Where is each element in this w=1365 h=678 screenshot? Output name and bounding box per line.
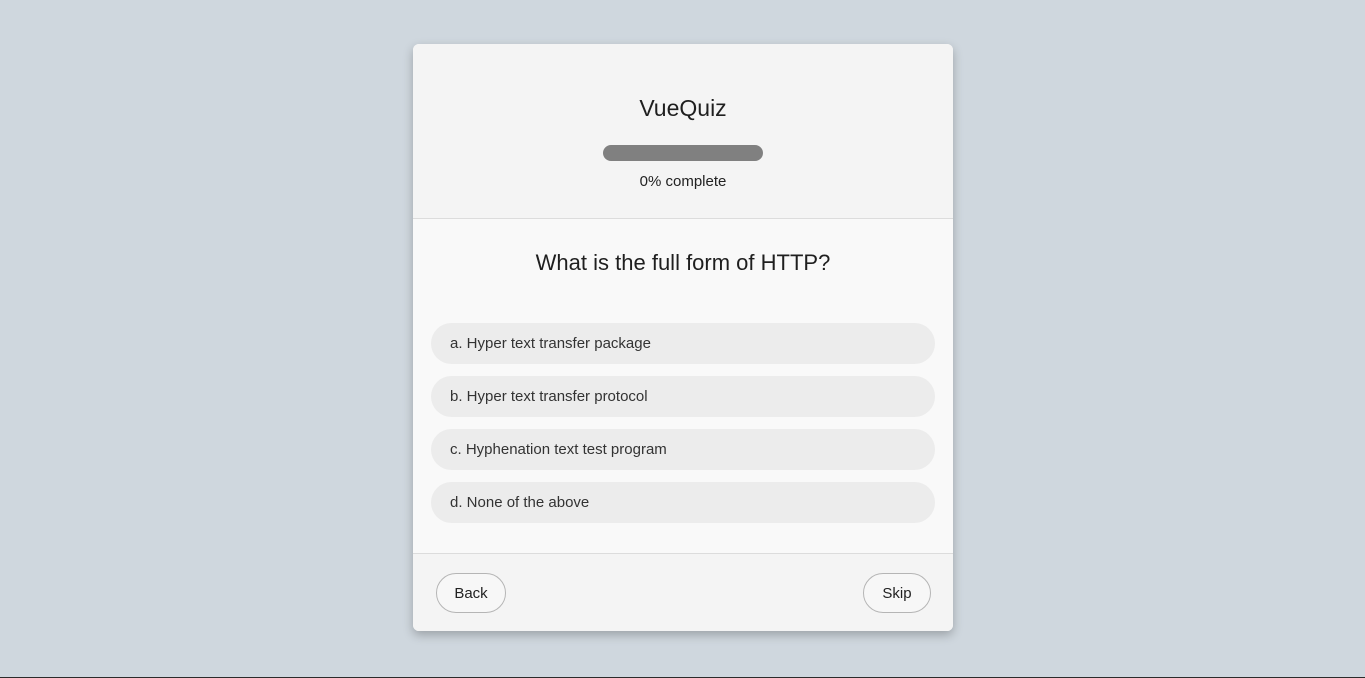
progress-label: 0% complete — [639, 173, 727, 190]
answer-option-a[interactable]: a. Hyper text transfer package — [431, 323, 935, 364]
answer-option-d[interactable]: d. None of the above — [431, 482, 935, 523]
quiz-card: VueQuiz 0% complete What is the full for… — [413, 44, 953, 631]
quiz-header: VueQuiz 0% complete — [413, 44, 953, 219]
answer-options: a. Hyper text transfer package b. Hyper … — [431, 323, 935, 535]
skip-button[interactable]: Skip — [863, 573, 931, 613]
quiz-footer: Back Skip — [413, 553, 953, 631]
answer-option-c[interactable]: c. Hyphenation text test program — [431, 429, 935, 470]
back-button[interactable]: Back — [436, 573, 506, 613]
question-text: What is the full form of HTTP? — [535, 250, 831, 275]
answer-option-b[interactable]: b. Hyper text transfer protocol — [431, 376, 935, 417]
progress-bar — [603, 145, 763, 161]
app-title: VueQuiz — [639, 95, 727, 121]
